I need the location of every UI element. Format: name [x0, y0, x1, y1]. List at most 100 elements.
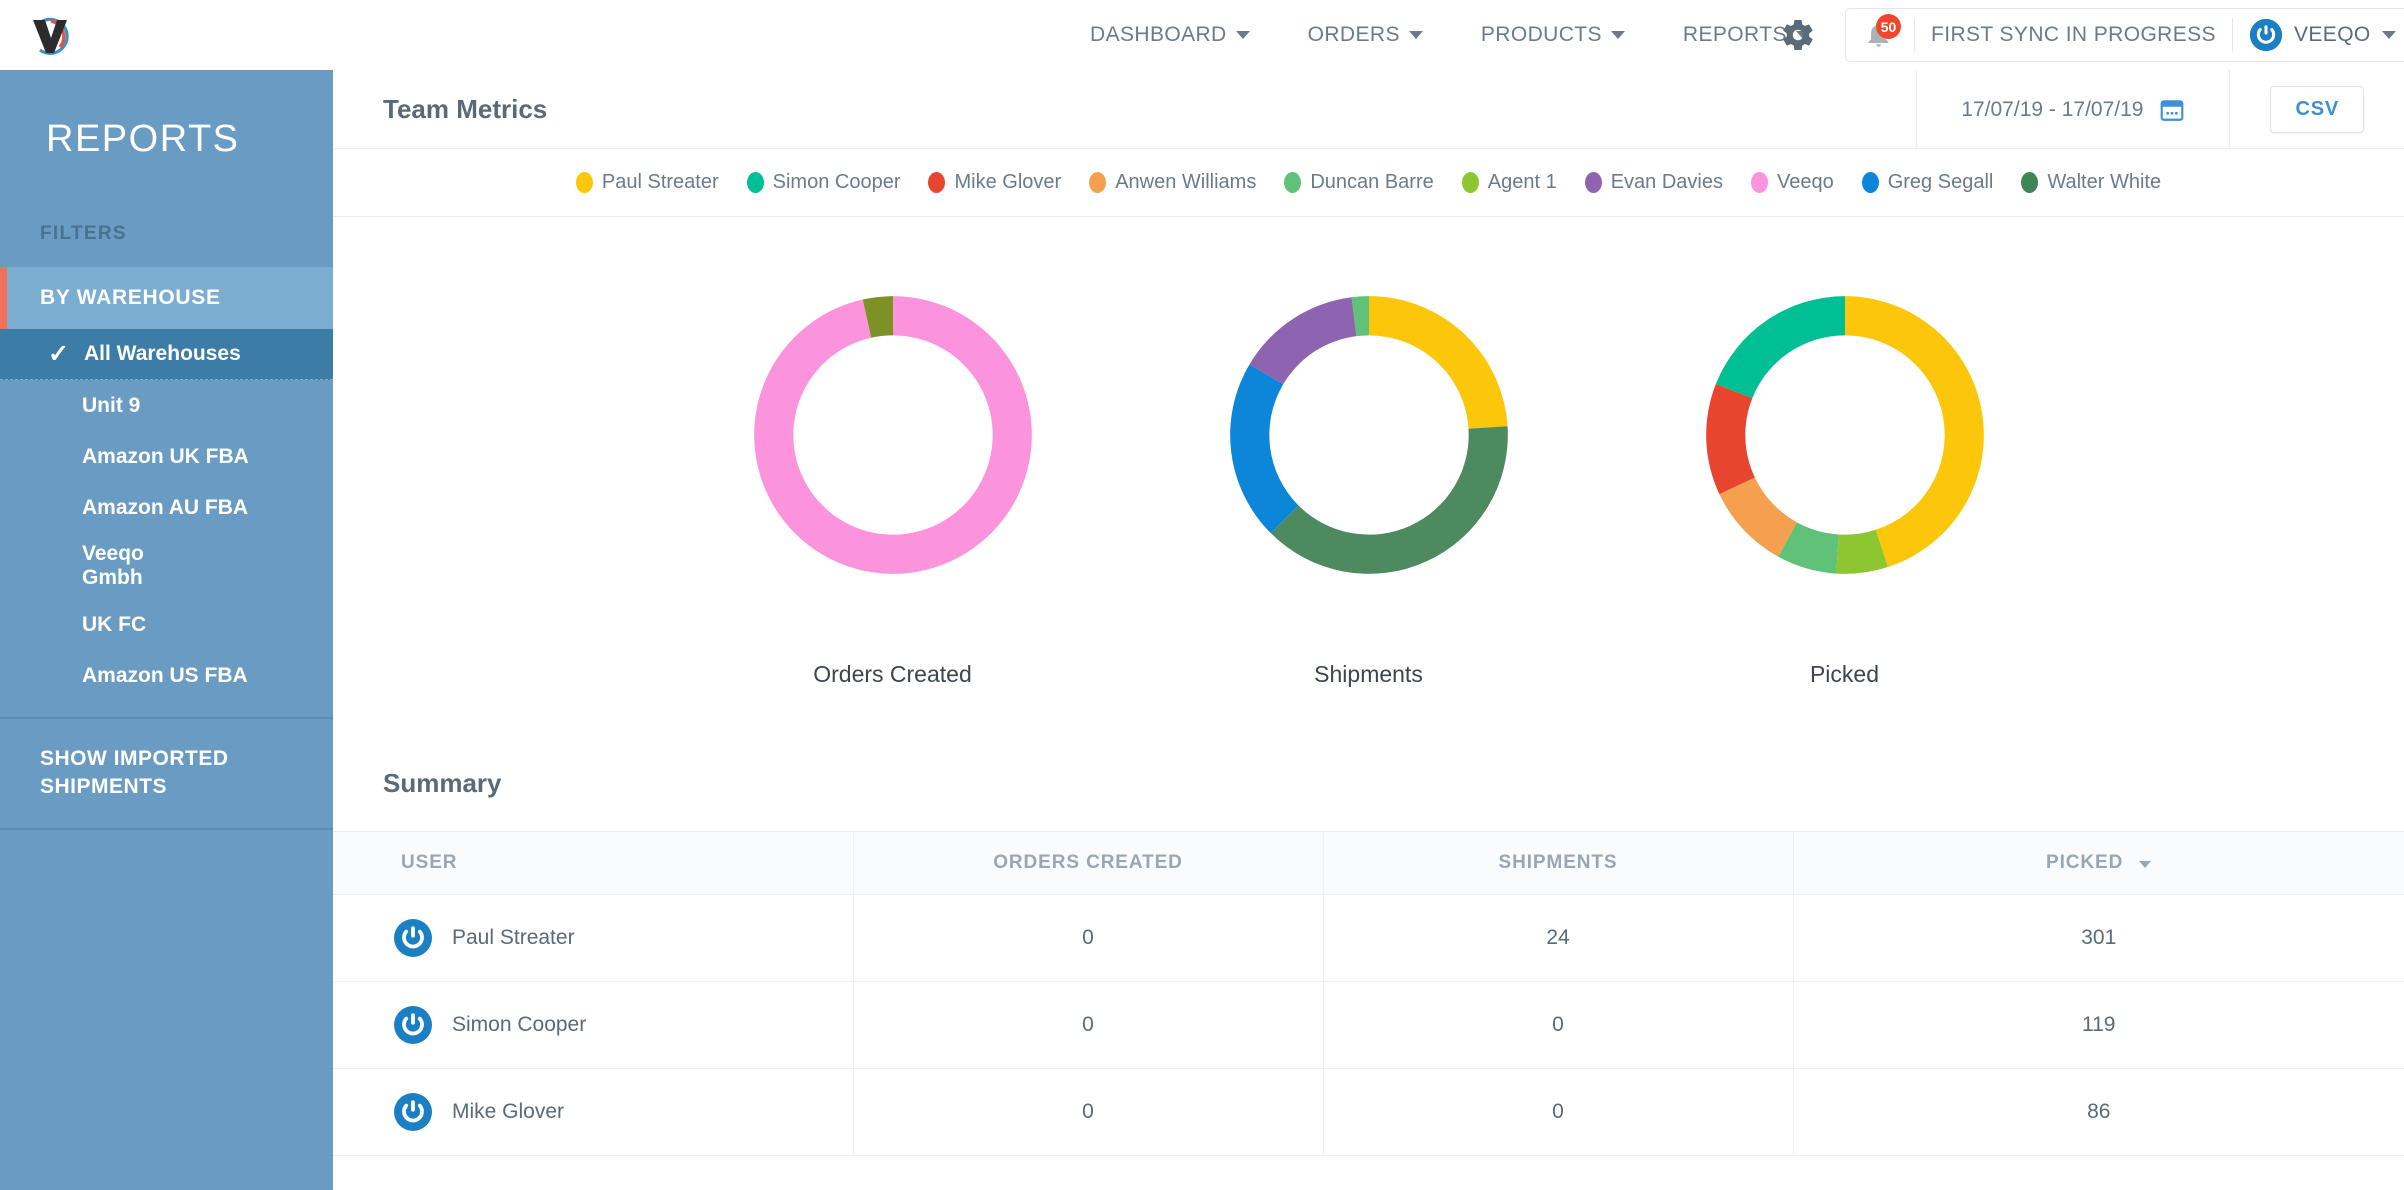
- date-range-value: 17/07/19 - 17/07/19: [1961, 97, 2144, 121]
- legend-label: Anwen Williams: [1115, 171, 1257, 193]
- account-name-label: VEEQO: [2293, 23, 2371, 46]
- page-header: Team Metrics 17/07/19 - 17/07/19 CSV: [333, 70, 2404, 149]
- sync-status-text: FIRST SYNC IN PROGRESS: [1931, 23, 2216, 46]
- chevron-down-icon: [2381, 31, 2396, 39]
- chart-label: Orders Created: [813, 661, 972, 687]
- donut-chart-orders-created: Orders Created: [715, 257, 1071, 688]
- legend-item[interactable]: Duncan Barre: [1284, 171, 1434, 194]
- column-header-user[interactable]: USER: [333, 831, 853, 895]
- sidebar-item-amazon-us-fba[interactable]: Amazon US FBA: [0, 650, 333, 701]
- donut-slice[interactable]: [1715, 296, 1845, 399]
- donut-slice[interactable]: [1368, 296, 1508, 429]
- legend-label: Agent 1: [1487, 171, 1557, 193]
- legend-label: Duncan Barre: [1310, 171, 1434, 193]
- divider: [2231, 18, 2233, 52]
- donut-slice[interactable]: [1705, 383, 1755, 495]
- sidebar-item-veeqo-gmbh[interactable]: Veeqo Gmbh: [0, 533, 333, 599]
- column-header-orders-created[interactable]: ORDERS CREATED: [852, 831, 1323, 895]
- legend-item[interactable]: Veeqo: [1750, 171, 1834, 194]
- legend-item[interactable]: Greg Segall: [1861, 171, 1993, 194]
- table-row[interactable]: Mike Glover 0 0 86: [333, 1068, 2404, 1156]
- sidebar-item-label: Amazon AU FBA: [82, 495, 249, 519]
- sidebar-item-amazon-uk-fba[interactable]: Amazon UK FBA: [0, 431, 333, 482]
- nav-item-products[interactable]: PRODUCTS: [1481, 23, 1625, 47]
- cell-user-name: Paul Streater: [452, 926, 575, 949]
- legend-item[interactable]: Mike Glover: [928, 171, 1061, 194]
- summary-table: USER ORDERS CREATED SHIPMENTS PICKED Pau…: [333, 831, 2404, 1156]
- donut-slice[interactable]: [1844, 296, 1984, 568]
- avatar: [2249, 18, 2283, 52]
- legend-label: Paul Streater: [601, 171, 719, 193]
- avatar: [394, 1093, 432, 1131]
- sidebar-title: REPORTS: [46, 118, 240, 160]
- chevron-down-icon: [1235, 31, 1250, 39]
- legend-color-swatch: [2021, 172, 2039, 193]
- cell-user-name: Mike Glover: [452, 1100, 565, 1123]
- sort-descending-icon: [2139, 861, 2152, 868]
- legend-color-swatch: [928, 172, 946, 193]
- legend-label: Veeqo: [1776, 171, 1834, 193]
- sidebar-item-label: Amazon UK FBA: [82, 444, 249, 468]
- column-header-picked[interactable]: PICKED: [1792, 831, 2404, 895]
- cell-shipments: 0: [1322, 1068, 1793, 1156]
- sidebar-item-uk-fc[interactable]: UK FC: [0, 599, 333, 650]
- filters-label: FILTERS: [40, 223, 127, 244]
- donut-slice[interactable]: [1248, 297, 1357, 385]
- nav-item-orders[interactable]: ORDERS: [1308, 23, 1423, 47]
- cell-orders-created: 0: [852, 1068, 1323, 1156]
- cell-picked: 301: [1792, 894, 2404, 982]
- legend-item[interactable]: Paul Streater: [575, 171, 719, 194]
- sidebar-section-by-warehouse[interactable]: BY WAREHOUSE: [0, 267, 333, 329]
- legend-item[interactable]: Simon Cooper: [746, 171, 901, 194]
- legend-item[interactable]: Walter White: [2021, 171, 2161, 194]
- notifications-button[interactable]: 50: [1858, 14, 1901, 55]
- settings-button[interactable]: [1780, 17, 1816, 53]
- table-row[interactable]: Simon Cooper 0 0 119: [333, 981, 2404, 1069]
- sidebar-item-label: UK FC: [82, 612, 147, 636]
- avatar: [394, 919, 432, 957]
- sidebar-divider: [0, 827, 333, 830]
- column-header-orders-created-label: ORDERS CREATED: [993, 852, 1183, 873]
- donut-charts-row: Orders Created Shipments Picked: [333, 217, 2404, 688]
- sidebar-item-label: All Warehouses: [84, 342, 241, 365]
- calendar-icon: [2161, 99, 2184, 121]
- veeqo-logo[interactable]: [8, 0, 98, 70]
- sidebar-item-unit-9[interactable]: Unit 9: [0, 380, 333, 431]
- sidebar-item-label: Unit 9: [82, 393, 141, 417]
- legend-color-swatch: [1861, 172, 1879, 193]
- cell-user-name: Simon Cooper: [452, 1013, 587, 1036]
- date-range-picker[interactable]: 17/07/19 - 17/07/19: [1916, 70, 2229, 149]
- donut-slice[interactable]: [1270, 426, 1508, 574]
- sidebar-show-imported-shipments[interactable]: SHOW IMPORTED SHIPMENTS: [0, 719, 333, 828]
- legend-color-swatch: [1584, 172, 1602, 193]
- active-accent-bar: [0, 267, 7, 329]
- chart-label: Shipments: [1314, 661, 1423, 687]
- donut-slice[interactable]: [1229, 364, 1299, 534]
- column-header-shipments[interactable]: SHIPMENTS: [1322, 831, 1793, 895]
- legend-item[interactable]: Anwen Williams: [1089, 171, 1256, 194]
- cell-orders-created: 0: [852, 894, 1323, 982]
- table-row[interactable]: Paul Streater 0 24 301: [333, 894, 2404, 982]
- cell-picked: 119: [1792, 981, 2404, 1069]
- sidebar-item-all-warehouses[interactable]: ✓ All Warehouses: [0, 329, 333, 380]
- nav-item-orders-label: ORDERS: [1307, 23, 1400, 46]
- cell-user: Paul Streater: [333, 894, 853, 982]
- legend-label: Simon Cooper: [772, 171, 901, 193]
- legend-item[interactable]: Agent 1: [1461, 171, 1557, 194]
- nav-item-reports-label: REPORTS: [1682, 23, 1787, 46]
- nav-item-dashboard[interactable]: DASHBOARD: [1090, 23, 1250, 47]
- page-title: Team Metrics: [383, 93, 548, 124]
- account-menu-button[interactable]: VEEQO: [2249, 18, 2396, 52]
- csv-export-button[interactable]: CSV: [2270, 86, 2364, 133]
- column-header-shipments-label: SHIPMENTS: [1498, 852, 1618, 873]
- table-header-row: USER ORDERS CREATED SHIPMENTS PICKED: [333, 831, 2404, 895]
- sidebar-item-amazon-au-fba[interactable]: Amazon AU FBA: [0, 482, 333, 533]
- cell-orders-created: 0: [852, 981, 1323, 1069]
- legend-label: Mike Glover: [954, 171, 1062, 193]
- top-bar: DASHBOARD ORDERS PRODUCTS REPORTS 50 FIR: [0, 0, 2404, 70]
- donut-slice[interactable]: [753, 296, 1032, 574]
- avatar: [394, 1006, 432, 1044]
- check-icon: ✓: [48, 340, 69, 368]
- legend-item[interactable]: Evan Davies: [1584, 171, 1723, 194]
- gear-icon: [1783, 20, 1813, 50]
